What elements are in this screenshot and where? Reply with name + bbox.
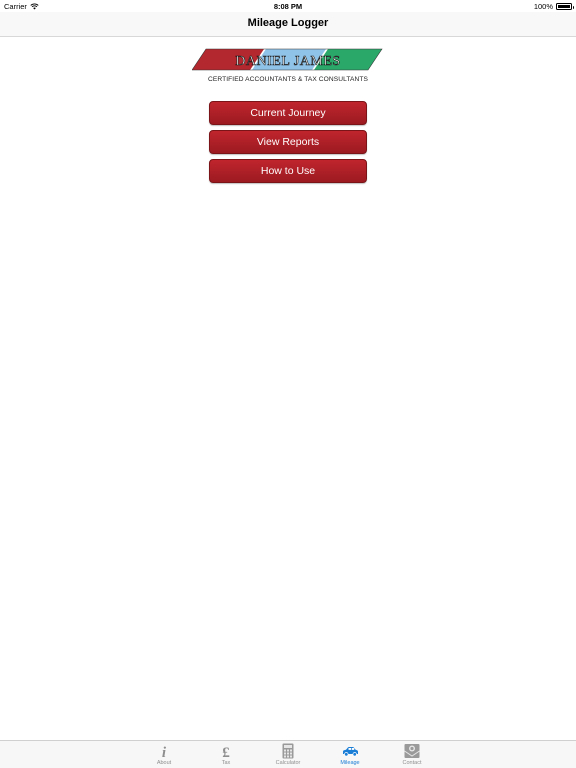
status-time: 8:08 PM [273,2,303,11]
battery-indicator: 100% [533,2,574,11]
battery-icon [556,3,574,10]
tab-bar: i About £ Tax Calculator Mileage Contact [0,740,576,768]
pound-icon: £ [222,745,230,759]
info-icon: i [162,745,167,759]
navigation-bar: Mileage Logger [0,12,576,37]
logo-caption: Certified Accountants & Tax Consultants [208,76,368,83]
envelope-icon [404,744,420,758]
tab-tax-label: Tax [221,760,231,766]
svg-text:£: £ [222,745,230,759]
status-bar: Carrier 8:08 PM 100% [0,0,576,12]
page-title: Mileage Logger [247,17,329,29]
current-journey-button[interactable]: Current Journey [209,101,367,125]
logo-wordmark: DANIEL JAMES [235,54,340,69]
tab-tax[interactable]: £ Tax [206,741,246,768]
tab-calculator[interactable]: Calculator [268,741,308,768]
calculator-icon [282,743,294,759]
tab-calculator-label: Calculator [275,760,301,766]
tab-mileage[interactable]: Mileage [330,741,370,768]
battery-percent: 100% [533,2,553,11]
company-logo: DANIEL JAMES Certified Accountants & Tax… [192,48,384,86]
car-icon [343,747,358,757]
screen: Carrier 8:08 PM 100% Mileage Logger DANI… [0,0,576,768]
tab-mileage-label: Mileage [340,760,360,766]
tab-contact[interactable]: Contact [392,741,432,768]
tab-about-label: About [156,760,172,766]
logo-graphic: DANIEL JAMES [192,48,383,71]
svg-text:i: i [162,745,167,759]
view-reports-button[interactable]: View Reports [209,130,367,154]
tab-contact-label: Contact [402,760,422,766]
tab-about[interactable]: i About [144,741,184,768]
how-to-use-button[interactable]: How to Use [209,159,367,183]
